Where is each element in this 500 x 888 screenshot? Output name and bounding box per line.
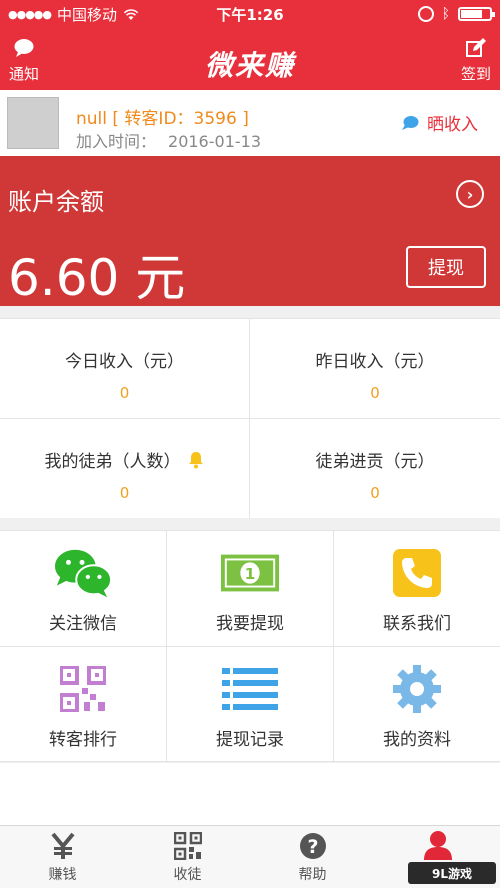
share-income-button[interactable]: 晒收入 <box>401 110 478 135</box>
help-icon: ? <box>299 833 326 859</box>
stat-value: 0 <box>370 484 380 502</box>
tab-label: 赚钱 <box>48 867 77 883</box>
user-icon <box>423 831 452 860</box>
bell-icon <box>188 451 203 468</box>
qr-code-icon <box>173 832 202 860</box>
join-time-label: 加入时间： <box>76 132 157 151</box>
stat-label: 今日收入（元） <box>65 352 184 372</box>
avatar[interactable] <box>7 97 59 149</box>
stat-value: 0 <box>119 484 130 502</box>
menu-label: 关注微信 <box>49 614 117 634</box>
app-header: ●●●●● 中国移动 下午1:26 ᛒ 通知 微来赚 签到 <box>0 0 500 90</box>
user-info: null [ 转客ID：3596 ] 加入时间： 2016-01-13 晒收入 <box>0 90 500 156</box>
withdraw-button[interactable]: 提现 <box>406 246 486 288</box>
menu-withdraw[interactable]: 1 我要提现 <box>167 531 334 647</box>
balance-amount: 6.60 元 <box>8 249 186 307</box>
menu-label: 提现记录 <box>216 730 284 750</box>
stat-label: 我的徒弟（人数） <box>44 452 181 472</box>
stats-grid: 今日收入（元） 0 昨日收入（元） 0 我的徒弟（人数） 0 徒弟进贡（元） 0 <box>0 318 500 519</box>
menu-withdraw-history[interactable]: 提现记录 <box>167 647 334 763</box>
tab-recruit[interactable]: 收徒 <box>125 826 250 888</box>
tab-earn[interactable]: 赚钱 <box>0 826 125 888</box>
join-time-row: 加入时间： 2016-01-13 <box>76 128 261 152</box>
stat-apprentice-tribute[interactable]: 徒弟进贡（元） 0 <box>250 419 500 519</box>
stat-value: 0 <box>119 384 130 402</box>
battery-icon <box>458 7 495 21</box>
checkin-label: 签到 <box>460 65 491 83</box>
wechat-icon <box>54 549 113 598</box>
menu-follow-wechat[interactable]: 关注微信 <box>0 531 167 647</box>
tab-label: 收徒 <box>173 867 202 883</box>
list-icon <box>222 668 278 710</box>
site-watermark: 9L游戏 <box>408 862 496 884</box>
balance-title: 账户余额 <box>8 188 104 216</box>
banknote-icon: 1 <box>220 554 280 592</box>
qr-code-icon <box>60 666 106 712</box>
menu-my-profile[interactable]: 我的资料 <box>334 647 500 763</box>
stat-label-row: 我的徒弟（人数） <box>0 447 249 472</box>
tab-label: 帮助 <box>298 867 327 883</box>
stat-today-income[interactable]: 今日收入（元） 0 <box>0 319 250 419</box>
battery-level <box>461 10 482 18</box>
menu-contact-us[interactable]: 联系我们 <box>334 531 500 647</box>
menu-label: 联系我们 <box>383 614 451 634</box>
yen-icon <box>50 832 75 859</box>
menu-label: 我要提现 <box>216 614 284 634</box>
stat-value: 0 <box>370 384 380 402</box>
app-title: 微来赚 <box>204 49 295 82</box>
stat-my-apprentices[interactable]: 我的徒弟（人数） 0 <box>0 419 250 519</box>
menu-label: 我的资料 <box>383 730 451 750</box>
edit-icon <box>466 38 486 57</box>
menu-grid: 关注微信 1 我要提现 联系我们 转客排行 提现记录 我的资料 <box>0 530 500 763</box>
gear-icon <box>393 665 441 713</box>
balance-card: 账户余额 › 6.60 元 提现 <box>0 156 500 307</box>
user-name-id: null [ 转客ID：3596 ] <box>76 109 249 129</box>
join-date: 2016-01-13 <box>168 132 261 151</box>
stat-yesterday-income[interactable]: 昨日收入（元） 0 <box>250 319 500 419</box>
stat-label: 昨日收入（元） <box>315 352 435 372</box>
svg-text:?: ? <box>307 836 318 858</box>
status-bar: ●●●●● 中国移动 下午1:26 ᛒ <box>0 0 500 28</box>
bluetooth-icon: ᛒ <box>441 6 450 22</box>
tab-help[interactable]: ? 帮助 <box>250 826 375 888</box>
arrow-right-icon[interactable]: › <box>456 180 484 208</box>
phone-icon <box>393 549 441 597</box>
content-blank-area <box>0 763 500 825</box>
menu-label: 转客排行 <box>49 730 117 750</box>
checkin-button[interactable]: 签到 <box>458 36 494 84</box>
rotation-lock-icon <box>417 6 434 22</box>
menu-ranking[interactable]: 转客排行 <box>0 647 167 763</box>
stat-label: 徒弟进贡（元） <box>315 452 435 472</box>
chat-bubble-icon <box>402 115 419 130</box>
svg-text:1: 1 <box>245 565 256 583</box>
share-income-label: 晒收入 <box>427 115 478 135</box>
